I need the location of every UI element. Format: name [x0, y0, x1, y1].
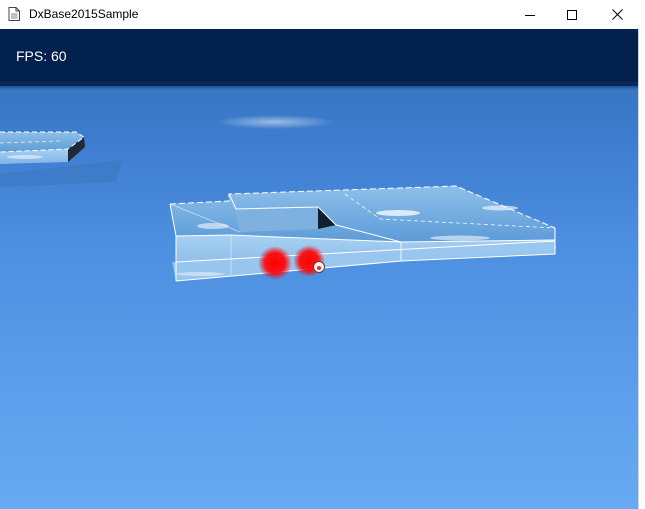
- maximize-button[interactable]: [549, 0, 595, 29]
- close-icon: [611, 9, 623, 20]
- distant-haze: [215, 115, 335, 129]
- scene-canvas: [0, 115, 556, 282]
- game-viewport[interactable]: FPS: 60: [0, 29, 638, 509]
- minimize-button[interactable]: [507, 0, 553, 29]
- ball-player: [313, 261, 325, 273]
- window-titlebar[interactable]: DxBase2015Sample: [0, 0, 645, 29]
- fps-counter: FPS: 60: [16, 48, 67, 64]
- window-title: DxBase2015Sample: [29, 7, 139, 21]
- floating-platform-left: [0, 131, 123, 187]
- floating-platform-main: [169, 185, 556, 282]
- window-frame-edge: [638, 29, 645, 509]
- close-button[interactable]: [594, 0, 640, 29]
- minimize-icon: [525, 14, 535, 16]
- maximize-icon: [567, 9, 577, 20]
- document-icon: [8, 7, 20, 21]
